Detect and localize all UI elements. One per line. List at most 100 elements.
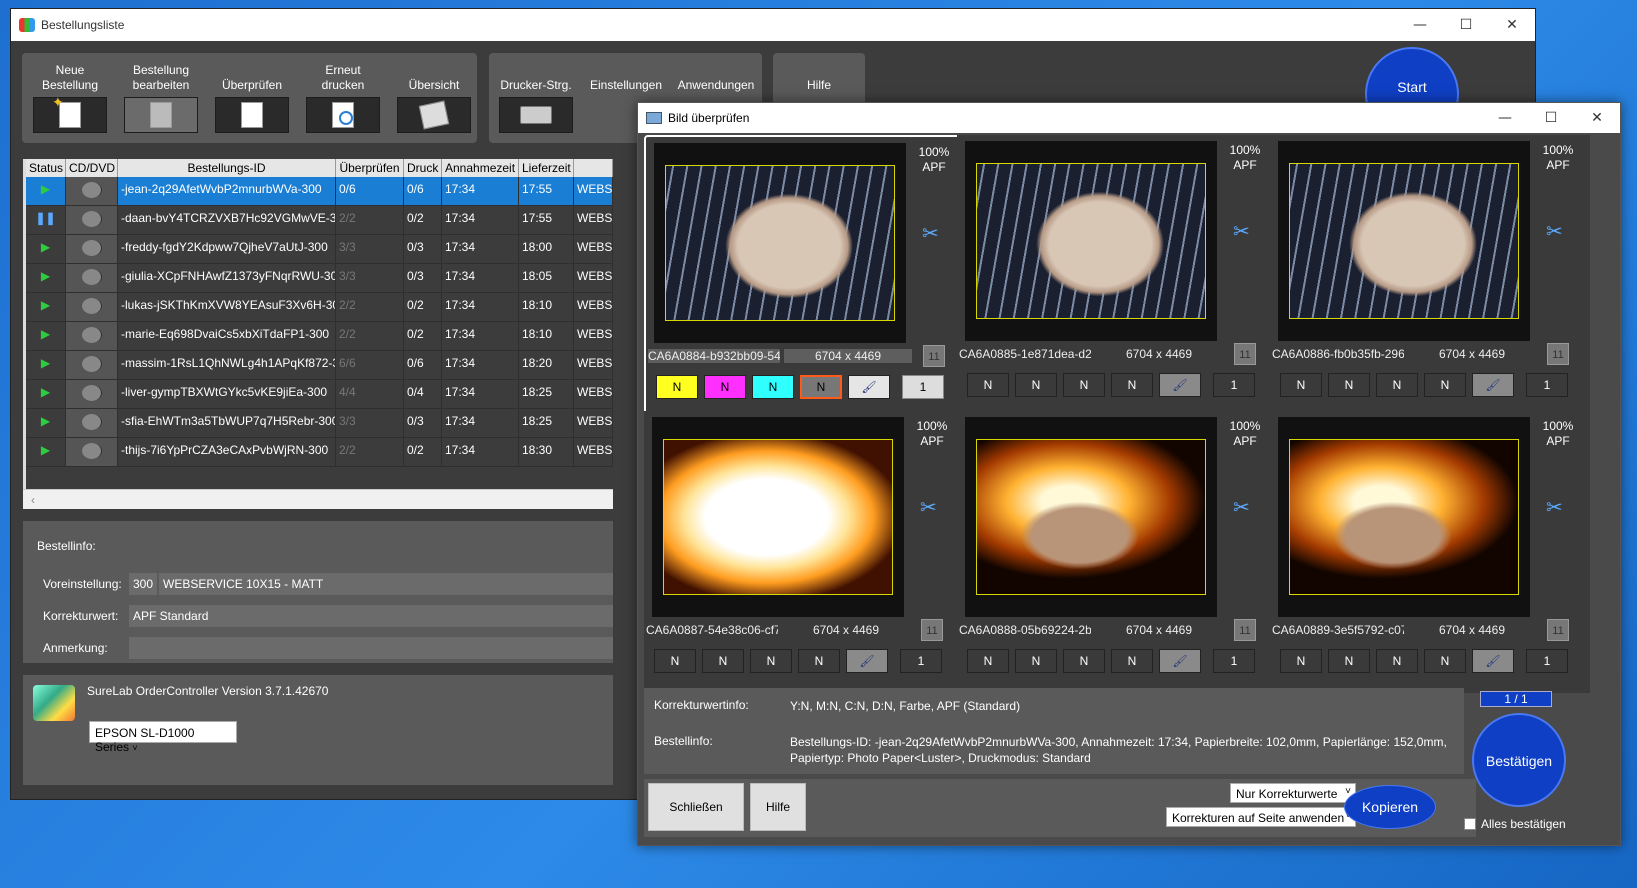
new-order-button[interactable]: Neue Bestellung — [31, 61, 109, 133]
calendar-icon[interactable]: 11 — [921, 619, 943, 641]
mode-select[interactable]: Nur Korrekturwerte ˅ — [1230, 783, 1356, 803]
cd-cell[interactable] — [66, 322, 118, 350]
yellow-channel-button[interactable]: N — [656, 375, 698, 399]
yellow-channel-button[interactable]: N — [967, 649, 1009, 673]
copies-field[interactable]: 1 — [1526, 649, 1568, 673]
magenta-channel-button[interactable]: N — [1015, 649, 1057, 673]
density-channel-button[interactable]: N — [1111, 649, 1153, 673]
yellow-channel-button[interactable]: N — [1280, 649, 1322, 673]
image-tile[interactable]: 100% APF ✂ CA6A0885-1e871dea-d2f 6704 x … — [957, 135, 1277, 417]
status-cell[interactable]: ❚❚ — [26, 206, 66, 234]
brush-icon[interactable]: 🖌 — [848, 375, 890, 399]
scissors-icon[interactable]: ✂ — [1546, 495, 1563, 520]
calendar-icon[interactable]: 11 — [1547, 343, 1569, 365]
magenta-channel-button[interactable]: N — [1328, 373, 1370, 397]
close-dialog-button[interactable]: Schließen — [648, 783, 744, 831]
apply-select[interactable]: Korrekturen auf Seite anwenden˅ — [1166, 807, 1356, 827]
photo-thumbnail[interactable] — [663, 439, 893, 595]
close-button[interactable]: ✕ — [1489, 9, 1535, 41]
cyan-channel-button[interactable]: N — [1063, 649, 1105, 673]
magenta-channel-button[interactable]: N — [1328, 649, 1370, 673]
printer-control-button[interactable]: Drucker-Strg. — [497, 61, 575, 133]
density-channel-button[interactable]: N — [1111, 373, 1153, 397]
brush-icon[interactable]: 🖌 — [846, 649, 888, 673]
col-extra[interactable] — [574, 159, 613, 177]
calendar-icon[interactable]: 11 — [1234, 619, 1256, 641]
cd-cell[interactable] — [66, 293, 118, 321]
table-row[interactable]: ❚❚ -daan-bvY4TCRZVXB7Hc92VGMwVE-300 2/2 0/2… — [26, 206, 613, 235]
cd-cell[interactable] — [66, 206, 118, 234]
copies-field[interactable]: 1 — [902, 375, 944, 399]
confirm-all-checkbox[interactable]: Alles bestätigen — [1464, 817, 1566, 831]
table-row[interactable]: ▶ -freddy-fgdY2Kdpww7QjheV7aUtJ-300 3/3 0/3… — [26, 235, 613, 264]
overview-button[interactable]: Übersicht — [395, 61, 473, 133]
cyan-channel-button[interactable]: N — [1063, 373, 1105, 397]
table-row[interactable]: ▶ -massim-1RsL1QhNWLg4h1APqKf872-300 6/6 0/… — [26, 351, 613, 380]
status-cell[interactable]: ▶ — [26, 293, 66, 321]
applications-button[interactable]: Anwendungen — [677, 61, 755, 93]
cd-cell[interactable] — [66, 438, 118, 466]
magenta-channel-button[interactable]: N — [704, 375, 746, 399]
col-delivery[interactable]: Lieferzeit — [519, 159, 574, 177]
density-channel-button[interactable]: N — [1424, 649, 1466, 673]
minimize-button[interactable]: — — [1397, 9, 1443, 41]
col-id[interactable]: Bestellungs-ID — [118, 159, 336, 177]
cd-cell[interactable] — [66, 380, 118, 408]
copies-field[interactable]: 1 — [1526, 373, 1568, 397]
status-cell[interactable]: ▶ — [26, 380, 66, 408]
table-row[interactable]: ▶ -liver-gympTBXWtGYkc5vKE9jiEa-300 4/4 0/4… — [26, 380, 613, 409]
reprint-button[interactable]: Erneut drucken — [304, 61, 382, 133]
status-cell[interactable]: ▶ — [26, 235, 66, 263]
calendar-icon[interactable]: 11 — [1234, 343, 1256, 365]
dialog-help-button[interactable]: Hilfe — [750, 783, 806, 831]
image-tile[interactable]: 100% APF ✂ CA6A0889-3e5f5792-c07 6704 x … — [1270, 411, 1590, 693]
photo-thumbnail[interactable] — [1289, 163, 1519, 319]
yellow-channel-button[interactable]: N — [967, 373, 1009, 397]
copies-field[interactable]: 1 — [1213, 373, 1255, 397]
calendar-icon[interactable]: 11 — [923, 345, 945, 367]
scissors-icon[interactable]: ✂ — [1233, 219, 1250, 244]
magenta-channel-button[interactable]: N — [702, 649, 744, 673]
cd-cell[interactable] — [66, 351, 118, 379]
image-tile[interactable]: 100% APF ✂ CA6A0884-b932bb09-544 6704 x … — [644, 135, 964, 417]
cyan-channel-button[interactable]: N — [752, 375, 794, 399]
image-tile[interactable]: 100% APF ✂ CA6A0887-54e38c06-cf7 6704 x … — [644, 411, 964, 693]
calendar-icon[interactable]: 11 — [1547, 619, 1569, 641]
table-row[interactable]: ▶ -thijs-7i6YpPrCZA3eCAxPvbWjRN-300 2/2 0/2… — [26, 438, 613, 467]
yellow-channel-button[interactable]: N — [654, 649, 696, 673]
image-tile[interactable]: 100% APF ✂ CA6A0886-fb0b35fb-296 6704 x … — [1270, 135, 1590, 417]
dialog-maximize-button[interactable]: ☐ — [1528, 102, 1574, 134]
checkbox-box[interactable] — [1464, 818, 1476, 830]
density-channel-button[interactable]: N — [800, 375, 842, 399]
status-cell[interactable]: ▶ — [26, 264, 66, 292]
scissors-icon[interactable]: ✂ — [920, 495, 937, 520]
col-status[interactable]: Status — [26, 159, 66, 177]
brush-icon[interactable]: 🖌 — [1472, 649, 1514, 673]
printer-select[interactable]: EPSON SL-D1000 Series ˅ — [89, 721, 237, 754]
status-cell[interactable]: ▶ — [26, 177, 66, 205]
scissors-icon[interactable]: ✂ — [1233, 495, 1250, 520]
photo-thumbnail[interactable] — [976, 163, 1206, 319]
col-accept[interactable]: Annahmezeit — [442, 159, 519, 177]
copies-field[interactable]: 1 — [900, 649, 942, 673]
photo-thumbnail[interactable] — [665, 165, 895, 321]
horizontal-scrollbar[interactable]: ‹ — [23, 489, 613, 509]
table-row[interactable]: ▶ -jean-2q29AfetWvbP2mnurbWVa-300 0/6 0/6 17… — [26, 177, 613, 206]
status-cell[interactable]: ▶ — [26, 409, 66, 437]
photo-thumbnail[interactable] — [976, 439, 1206, 595]
table-row[interactable]: ▶ -sfia-EhWTm3a5TbWUP7q7H5Rebr-300 3/3 0/3 1… — [26, 409, 613, 438]
cd-cell[interactable] — [66, 264, 118, 292]
cyan-channel-button[interactable]: N — [750, 649, 792, 673]
scissors-icon[interactable]: ✂ — [922, 221, 939, 246]
edit-order-button[interactable]: Bestellung bearbeiten — [122, 61, 200, 133]
image-tile[interactable]: 100% APF ✂ CA6A0888-05b69224-2bc 6704 x … — [957, 411, 1277, 693]
status-cell[interactable]: ▶ — [26, 322, 66, 350]
check-button[interactable]: Überprüfen — [213, 61, 291, 133]
copies-field[interactable]: 1 — [1213, 649, 1255, 673]
settings-button[interactable]: Einstellungen — [587, 61, 665, 93]
cd-cell[interactable] — [66, 409, 118, 437]
note-field[interactable] — [129, 637, 613, 659]
cyan-channel-button[interactable]: N — [1376, 649, 1418, 673]
table-row[interactable]: ▶ -marie-Eq698DvaiCs5xbXiTdaFP1-300 2/2 0/2… — [26, 322, 613, 351]
cyan-channel-button[interactable]: N — [1376, 373, 1418, 397]
